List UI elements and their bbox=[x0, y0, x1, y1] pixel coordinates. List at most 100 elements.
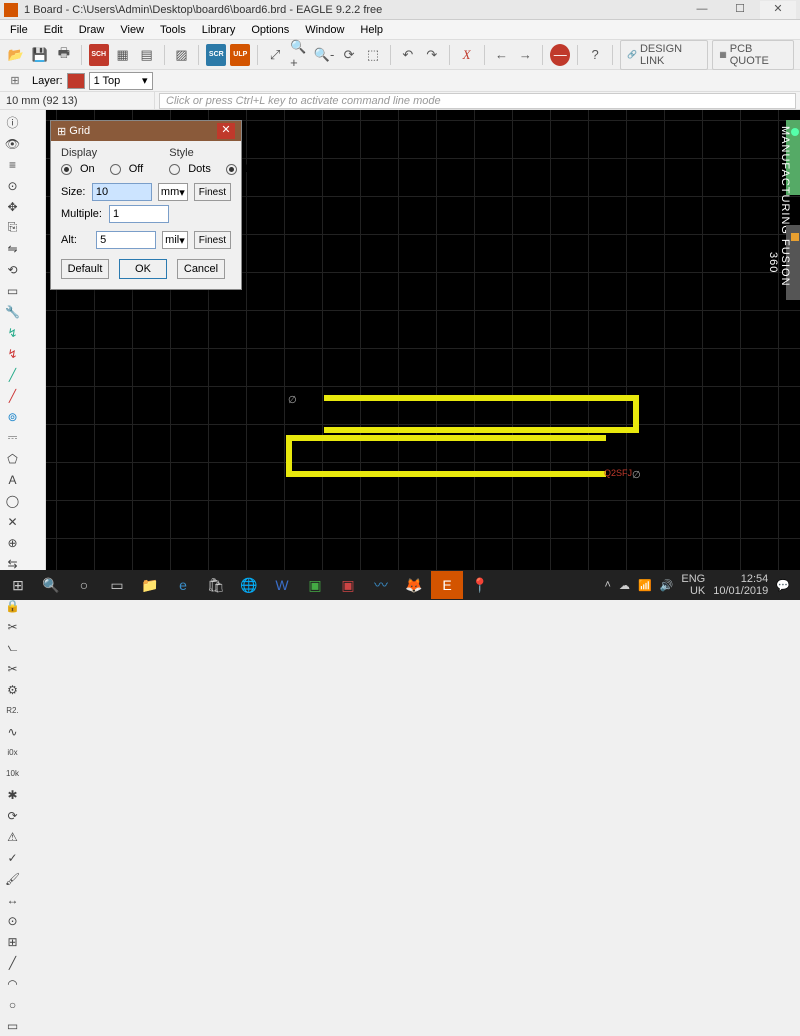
search-icon[interactable]: 🔍 bbox=[35, 571, 67, 599]
style-dots-radio[interactable] bbox=[169, 164, 180, 175]
manufacturing-panel-tab[interactable]: MANUFACTURING bbox=[786, 120, 800, 195]
board-icon[interactable]: ▦ bbox=[113, 44, 133, 66]
style-lines-radio[interactable] bbox=[226, 164, 237, 175]
pin-icon[interactable]: 📍 bbox=[464, 571, 496, 599]
zoom-fit-icon[interactable]: ⤢ bbox=[265, 44, 285, 66]
layer-dropdown[interactable]: 1 Top▾ bbox=[89, 72, 153, 90]
alt-input[interactable] bbox=[96, 231, 156, 249]
system-tray[interactable]: ˄ ☁ 📶 🔊 ENG UK 12:54 10/01/2019 💬 bbox=[605, 573, 798, 597]
redo-icon[interactable]: ↷ bbox=[422, 44, 442, 66]
dimension-icon[interactable]: ↔ bbox=[3, 890, 23, 910]
paint-icon[interactable]: 🖌 bbox=[3, 869, 23, 889]
delete-icon[interactable]: ✕ bbox=[3, 512, 23, 532]
onedrive-icon[interactable]: ☁ bbox=[619, 579, 630, 592]
menu-edit[interactable]: Edit bbox=[36, 22, 71, 38]
undo-icon[interactable]: ↶ bbox=[398, 44, 418, 66]
taskview-icon[interactable]: ▭ bbox=[101, 571, 133, 599]
value-icon[interactable]: 10k bbox=[3, 764, 23, 784]
firefox-icon[interactable]: 🦊 bbox=[398, 571, 430, 599]
sheet-icon[interactable]: ▤ bbox=[137, 44, 157, 66]
store-icon[interactable]: 🛍 bbox=[200, 571, 232, 599]
miter-icon[interactable]: ⦦ bbox=[3, 638, 23, 658]
zoom-out-icon[interactable]: 🔍- bbox=[313, 44, 335, 66]
optimize-icon[interactable]: ⚙ bbox=[3, 680, 23, 700]
stop-icon[interactable]: — bbox=[550, 44, 570, 66]
grid-icon[interactable]: ⊞ bbox=[6, 72, 24, 90]
cortana-icon[interactable]: ○ bbox=[68, 571, 100, 599]
text-icon[interactable]: A bbox=[3, 470, 23, 490]
menu-library[interactable]: Library bbox=[194, 22, 244, 38]
alt-unit-select[interactable]: mil▾ bbox=[162, 231, 188, 249]
volume-icon[interactable]: 🔊 bbox=[660, 579, 674, 592]
ripup-icon[interactable]: ↯ bbox=[3, 344, 23, 364]
arc-icon[interactable]: ◠ bbox=[3, 974, 23, 994]
menu-draw[interactable]: Draw bbox=[71, 22, 113, 38]
rotate-icon[interactable]: ⟲ bbox=[3, 260, 23, 280]
multiple-input[interactable] bbox=[109, 205, 169, 223]
pcb-quote-button[interactable]: ▦ PCB QUOTE bbox=[712, 40, 794, 70]
size-input[interactable] bbox=[92, 183, 152, 201]
cancel-button[interactable]: Cancel bbox=[177, 259, 225, 279]
close-button[interactable]: ✕ bbox=[760, 1, 796, 19]
default-button[interactable]: Default bbox=[61, 259, 109, 279]
copy-icon[interactable]: ⎘ bbox=[3, 218, 23, 238]
ratsnest-icon[interactable]: ✱ bbox=[3, 785, 23, 805]
route-icon[interactable]: ↯ bbox=[3, 323, 23, 343]
change-icon[interactable]: 🔧 bbox=[3, 302, 23, 322]
eye-icon[interactable]: 👁 bbox=[3, 134, 23, 154]
ulp-button[interactable]: ULP bbox=[230, 44, 250, 66]
menu-view[interactable]: View bbox=[112, 22, 152, 38]
chrome-icon[interactable]: 🌐 bbox=[233, 571, 265, 599]
wifi-icon[interactable]: 📶 bbox=[638, 579, 652, 592]
group-icon[interactable]: ▭ bbox=[3, 281, 23, 301]
split-icon[interactable]: ✂ bbox=[3, 659, 23, 679]
name-icon[interactable]: i0x bbox=[3, 743, 23, 763]
fusion360-panel-tab[interactable]: FUSION 360 bbox=[786, 225, 800, 300]
pcb-trace-1[interactable] bbox=[324, 395, 639, 433]
alt-finest-button[interactable]: Finest bbox=[194, 231, 231, 249]
menu-file[interactable]: File bbox=[2, 22, 36, 38]
size-unit-select[interactable]: mm▾ bbox=[158, 183, 188, 201]
mark-icon[interactable]: ⊙ bbox=[3, 176, 23, 196]
start-button[interactable]: ⊞ bbox=[2, 571, 34, 599]
print-icon[interactable]: 🖶 bbox=[54, 44, 74, 66]
menu-help[interactable]: Help bbox=[352, 22, 391, 38]
via-icon[interactable]: ⊚ bbox=[3, 407, 23, 427]
pcb-trace-2[interactable] bbox=[286, 435, 606, 477]
app-green-icon[interactable]: ▣ bbox=[299, 571, 331, 599]
command-line[interactable]: Click or press Ctrl+L key to activate co… bbox=[159, 93, 796, 109]
display-off-radio[interactable] bbox=[110, 164, 121, 175]
forward-icon[interactable]: → bbox=[515, 44, 535, 66]
dialog-close-button[interactable]: ✕ bbox=[217, 123, 235, 139]
line-icon[interactable]: ╱ bbox=[3, 365, 23, 385]
maximize-button[interactable]: ☐ bbox=[722, 1, 758, 19]
explorer-icon[interactable]: 📁 bbox=[134, 571, 166, 599]
signal-icon[interactable]: ⎓ bbox=[3, 428, 23, 448]
menu-options[interactable]: Options bbox=[243, 22, 297, 38]
smash-icon[interactable]: ✂ bbox=[3, 617, 23, 637]
hole-icon[interactable]: ◯ bbox=[3, 491, 23, 511]
meander-icon[interactable]: ∿ bbox=[3, 722, 23, 742]
zoom-in-icon[interactable]: 🔍+ bbox=[289, 44, 309, 66]
zoom-redraw-icon[interactable]: ⟳ bbox=[339, 44, 359, 66]
mirror-icon[interactable]: ⇋ bbox=[3, 239, 23, 259]
errors-icon[interactable]: ✓ bbox=[3, 848, 23, 868]
erc-icon[interactable]: ⚠ bbox=[3, 827, 23, 847]
zoom-select-icon[interactable]: ⬚ bbox=[363, 44, 383, 66]
menu-window[interactable]: Window bbox=[297, 22, 352, 38]
circle-icon[interactable]: ○ bbox=[3, 995, 23, 1015]
open-icon[interactable]: 📂 bbox=[6, 44, 26, 66]
add-icon[interactable]: ⊕ bbox=[3, 533, 23, 553]
move-icon[interactable]: ✥ bbox=[3, 197, 23, 217]
help-icon[interactable]: ? bbox=[585, 44, 605, 66]
poly-icon[interactable]: ⬠ bbox=[3, 449, 23, 469]
app-wave-icon[interactable]: 〰 bbox=[365, 571, 397, 599]
auto-icon[interactable]: ⟳ bbox=[3, 806, 23, 826]
attribute-icon[interactable]: ⊞ bbox=[3, 932, 23, 952]
back-icon[interactable]: ← bbox=[491, 44, 511, 66]
sch-button[interactable]: SCH bbox=[89, 44, 109, 66]
info-icon[interactable]: ⓘ bbox=[3, 113, 23, 133]
eagle-taskbar-icon[interactable]: E bbox=[431, 571, 463, 599]
layer-swatch[interactable] bbox=[67, 73, 85, 89]
fanout-icon[interactable]: R2. bbox=[3, 701, 23, 721]
